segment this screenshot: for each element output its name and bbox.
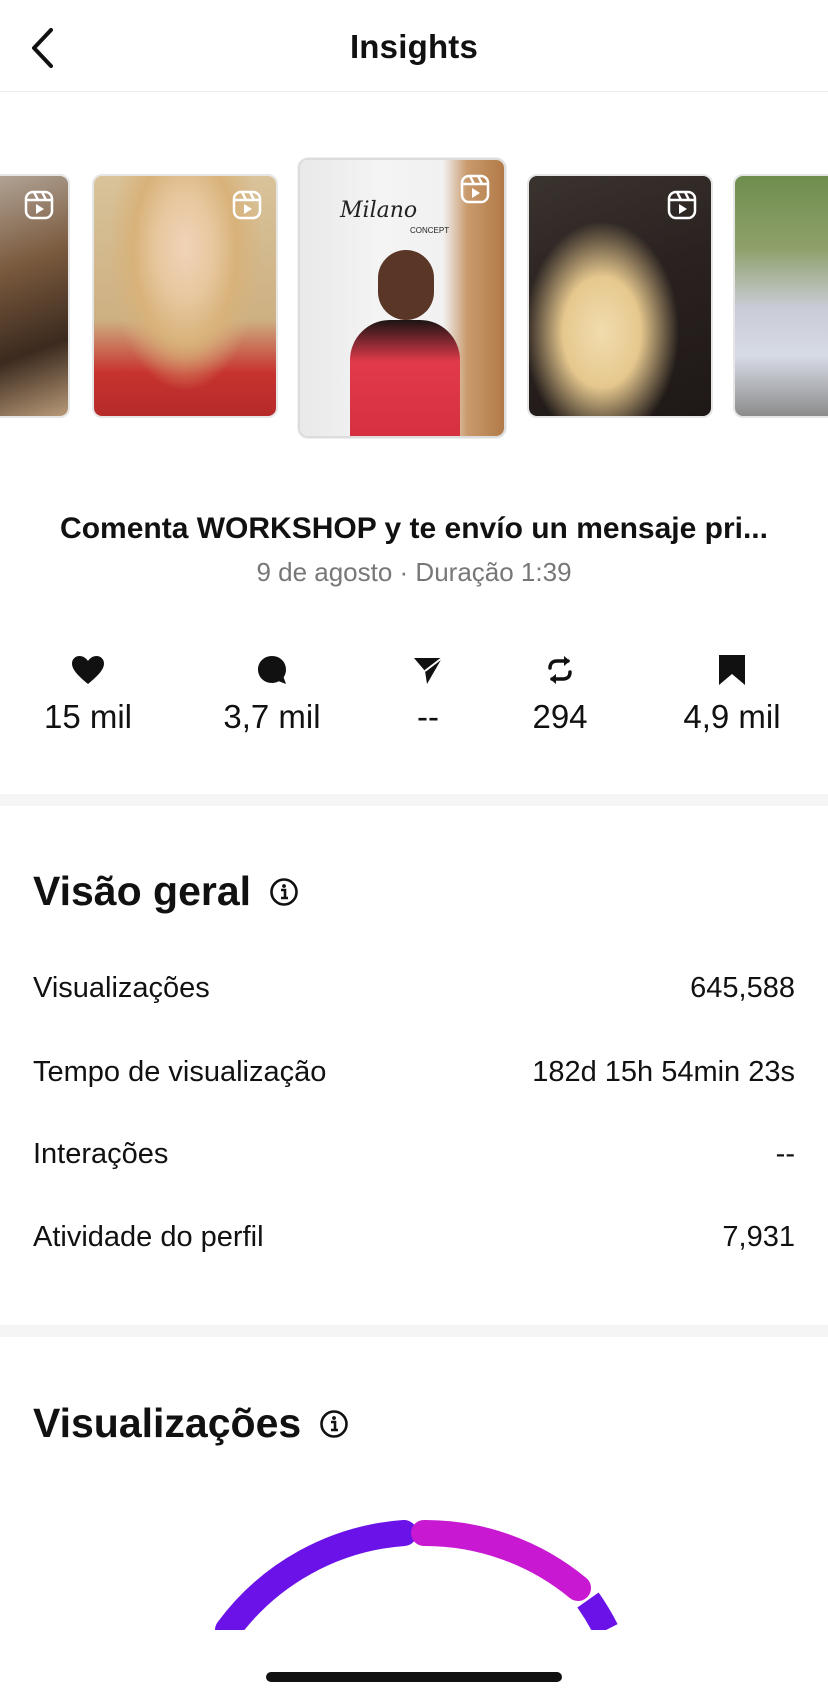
post-meta: 9 de agosto · Duração 1:39 — [256, 557, 572, 587]
reels-icon — [232, 190, 262, 220]
views-donut-chart — [215, 1519, 618, 1630]
comment-icon — [258, 656, 286, 684]
page-title: Insights — [349, 28, 479, 65]
stat-reposts: 294 — [480, 650, 640, 736]
row-value: 7,931 — [722, 1220, 795, 1253]
engagement-stats: 15 mil 3,7 mil -- 294 4,9 mil — [0, 650, 828, 750]
section-divider — [0, 1325, 828, 1337]
overview-title: Visão geral — [33, 868, 252, 914]
reel-thumb-5[interactable] — [733, 174, 828, 418]
reels-carousel[interactable]: Milano CONCEPT — [0, 92, 828, 472]
overview-row-interactions: Interações -- — [33, 1134, 795, 1174]
top-bar: Insights — [0, 0, 828, 92]
stat-likes: 15 mil — [8, 650, 168, 736]
row-label: Atividade do perfil — [33, 1220, 264, 1253]
info-icon[interactable] — [269, 877, 299, 907]
views-title: Visualizações — [33, 1400, 302, 1446]
stat-comments: 3,7 mil — [192, 650, 352, 736]
info-icon[interactable] — [319, 1409, 349, 1439]
home-indicator[interactable] — [266, 1672, 562, 1682]
row-label: Tempo de visualização — [33, 1055, 327, 1088]
reels-icon — [667, 190, 697, 220]
overview-row-views: Visualizações 645,588 — [33, 968, 795, 1008]
post-caption: Comenta WORKSHOP y te envío un mensaje p… — [60, 512, 768, 545]
row-value: 645,588 — [690, 971, 795, 1004]
share-icon — [414, 657, 443, 684]
repost-icon — [548, 656, 572, 684]
gauge-segment-purple — [215, 1520, 417, 1630]
overview-row-watch-time: Tempo de visualização 182d 15h 54min 23s — [33, 1052, 795, 1092]
brand-logo-sub: CONCEPT — [410, 226, 450, 235]
stat-likes-value: 15 mil — [43, 698, 133, 735]
reel-thumb-4[interactable] — [527, 174, 713, 418]
heart-icon — [72, 656, 104, 684]
reels-icon — [460, 174, 490, 204]
row-label: Visualizações — [33, 971, 210, 1004]
reels-icon — [24, 190, 54, 220]
stat-saves: 4,9 mil — [652, 650, 812, 736]
gauge-segment-magenta — [411, 1519, 591, 1601]
bookmark-icon — [719, 655, 745, 685]
stat-saves-value: 4,9 mil — [683, 698, 781, 735]
reel-thumb-2[interactable] — [92, 174, 278, 418]
row-label: Interações — [33, 1137, 169, 1170]
section-divider — [0, 794, 828, 806]
row-value: 182d 15h 54min 23s — [532, 1055, 795, 1088]
reel-thumb-1[interactable] — [0, 174, 70, 418]
overview-row-profile-activity: Atividade do perfil 7,931 — [33, 1217, 795, 1257]
stat-reposts-value: 294 — [532, 698, 588, 735]
reel-thumb-3[interactable]: Milano CONCEPT — [298, 158, 506, 438]
gauge-segment-violet — [577, 1592, 618, 1630]
brand-logo: Milano — [340, 198, 418, 223]
row-value: -- — [775, 1137, 795, 1170]
views-section-title: Visualizações — [33, 1400, 349, 1447]
stat-comments-value: 3,7 mil — [223, 698, 321, 735]
overview-section-title: Visão geral — [33, 868, 299, 915]
